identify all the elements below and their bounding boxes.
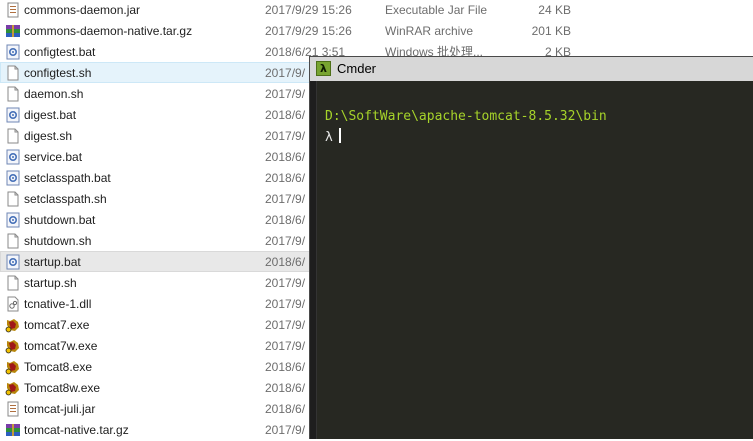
cmder-titlebar[interactable]: λ Cmder <box>310 57 753 81</box>
file-name: commons-daemon.jar <box>24 3 141 17</box>
file-name: tcnative-1.dll <box>24 297 92 311</box>
file-name: commons-daemon-native.tar.gz <box>24 24 193 38</box>
file-date: 2017/9/ <box>265 339 306 353</box>
file-name: shutdown.sh <box>24 234 92 248</box>
file-date: 2017/9/ <box>265 87 306 101</box>
file-date: 2018/6/ <box>265 108 306 122</box>
file-name: tomcat-juli.jar <box>24 402 96 416</box>
file-date: 2017/9/29 15:26 <box>265 24 352 38</box>
file-date: 2017/9/ <box>265 276 306 290</box>
file-date: 2017/9/ <box>265 297 306 311</box>
file-name: daemon.sh <box>24 87 84 101</box>
file-date: 2017/9/ <box>265 318 306 332</box>
file-date: 2017/9/ <box>265 234 306 248</box>
text-file-icon <box>5 128 21 144</box>
file-name: setclasspath.sh <box>24 192 107 206</box>
file-date: 2018/6/ <box>265 213 306 227</box>
archive-icon <box>5 23 21 39</box>
cmder-logo-icon: λ <box>316 61 331 76</box>
tomcat-exe-icon <box>5 317 21 333</box>
file-row[interactable]: commons-daemon-native.tar.gz 2017/9/29 15… <box>0 20 753 41</box>
file-date: 2018/6/ <box>265 360 306 374</box>
file-date: 2017/9/ <box>265 192 306 206</box>
file-name: shutdown.bat <box>24 213 96 227</box>
bat-icon <box>5 212 21 228</box>
file-name: tomcat7.exe <box>24 318 90 332</box>
file-name: digest.bat <box>24 108 77 122</box>
text-file-icon <box>5 191 21 207</box>
bat-icon <box>5 107 21 123</box>
tomcat-exe-icon <box>5 338 21 354</box>
terminal-area[interactable]: D:\SoftWare\apache-tomcat-8.5.32\bin λ <box>316 81 753 439</box>
bat-icon <box>5 170 21 186</box>
file-name: tomcat-native.tar.gz <box>24 423 129 437</box>
terminal-prompt-line: λ <box>325 128 341 146</box>
file-date: 2017/9/29 15:26 <box>265 3 352 17</box>
bat-icon <box>5 254 21 270</box>
text-file-icon <box>5 86 21 102</box>
file-name: tomcat7w.exe <box>24 339 98 353</box>
file-date: 2018/6/ <box>265 381 306 395</box>
file-date: 2018/6/ <box>265 171 306 185</box>
file-date: 2017/9/ <box>265 66 306 80</box>
file-date: 2017/9/ <box>265 423 306 437</box>
archive-icon <box>5 422 21 438</box>
file-date: 2017/9/ <box>265 129 306 143</box>
bat-icon <box>5 44 21 60</box>
file-name: configtest.sh <box>24 66 92 80</box>
file-type: WinRAR archive <box>385 24 474 38</box>
text-cursor <box>338 128 341 143</box>
file-name: Tomcat8.exe <box>24 360 93 374</box>
file-date: 2018/6/ <box>265 402 306 416</box>
jar-icon <box>5 401 21 417</box>
text-file-icon <box>5 233 21 249</box>
jar-icon <box>5 2 21 18</box>
tomcat-exe-icon <box>5 359 21 375</box>
file-name: startup.bat <box>24 255 81 269</box>
text-file-icon <box>5 65 21 81</box>
prompt-symbol: λ <box>325 130 333 145</box>
file-size: 24 KB <box>538 3 571 17</box>
file-date: 2018/6/ <box>265 150 306 164</box>
file-size: 201 KB <box>531 24 571 38</box>
file-name: Tomcat8w.exe <box>24 381 101 395</box>
file-date: 2018/6/ <box>265 255 306 269</box>
file-name: setclasspath.bat <box>24 171 111 185</box>
cmder-window[interactable]: λ Cmder D:\SoftWare\apache-tomcat-8.5.32… <box>309 56 753 439</box>
file-row[interactable]: commons-daemon.jar 2017/9/29 15:26 Executa… <box>0 0 753 20</box>
bat-icon <box>5 149 21 165</box>
tomcat-exe-icon <box>5 380 21 396</box>
text-file-icon <box>5 275 21 291</box>
file-name: configtest.bat <box>24 45 96 59</box>
window-title: Cmder <box>337 61 377 76</box>
file-name: service.bat <box>24 150 83 164</box>
file-name: digest.sh <box>24 129 73 143</box>
file-name: startup.sh <box>24 276 77 290</box>
dll-icon <box>5 296 21 312</box>
terminal-path-line: D:\SoftWare\apache-tomcat-8.5.32\bin <box>325 109 607 124</box>
